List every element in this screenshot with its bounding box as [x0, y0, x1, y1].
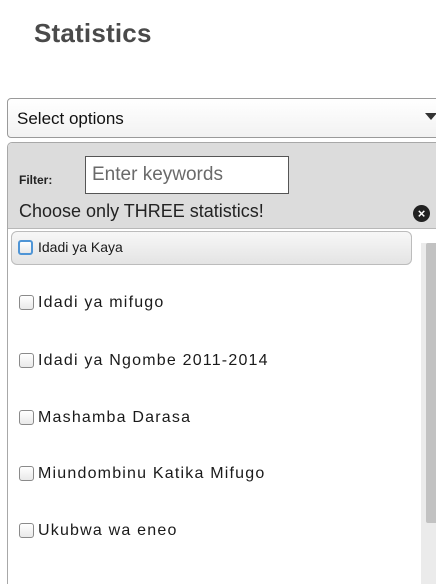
- checkbox[interactable]: [19, 466, 34, 481]
- option-label: Idadi ya Ngombe 2011-2014: [38, 352, 269, 369]
- list-item[interactable]: Idadi ya Kaya: [11, 231, 412, 265]
- list-item[interactable]: Idadi ya mifugo: [16, 286, 412, 320]
- filter-header: Filter: Choose only THREE statistics! ×: [8, 143, 436, 229]
- select-options-dropdown[interactable]: Select options: [7, 98, 436, 138]
- checkbox[interactable]: [19, 523, 34, 538]
- checkbox[interactable]: [19, 295, 34, 310]
- close-icon[interactable]: ×: [413, 205, 430, 222]
- filter-label: Filter:: [19, 173, 53, 187]
- statistics-page: Statistics Select options Filter: Choose…: [0, 0, 436, 584]
- list-item[interactable]: Ukubwa wa eneo: [16, 514, 412, 548]
- list-item[interactable]: Mashamba Darasa: [16, 401, 412, 435]
- checkbox[interactable]: [19, 353, 34, 368]
- scrollbar-thumb[interactable]: [426, 243, 436, 523]
- instruction-text: Choose only THREE statistics!: [19, 201, 264, 221]
- option-label: Ukubwa wa eneo: [38, 522, 178, 539]
- option-label: Miundombinu Katika Mifugo: [38, 465, 266, 482]
- checkbox[interactable]: [18, 240, 33, 255]
- select-label: Select options: [17, 109, 124, 128]
- page-title: Statistics: [34, 18, 152, 48]
- chevron-down-icon[interactable]: [425, 113, 436, 120]
- option-label: Idadi ya Kaya: [38, 239, 123, 255]
- option-label: Mashamba Darasa: [38, 409, 192, 426]
- list-item[interactable]: Miundombinu Katika Mifugo: [16, 457, 412, 491]
- options-panel: Filter: Choose only THREE statistics! × …: [7, 142, 436, 584]
- option-label: Idadi ya mifugo: [38, 294, 165, 311]
- filter-input[interactable]: [85, 156, 289, 194]
- checkbox[interactable]: [19, 410, 34, 425]
- options-list: Idadi ya Kaya Idadi ya mifugo Idadi ya N…: [8, 229, 428, 584]
- scrollbar[interactable]: [421, 243, 436, 584]
- list-item[interactable]: Idadi ya Ngombe 2011-2014: [16, 344, 412, 378]
